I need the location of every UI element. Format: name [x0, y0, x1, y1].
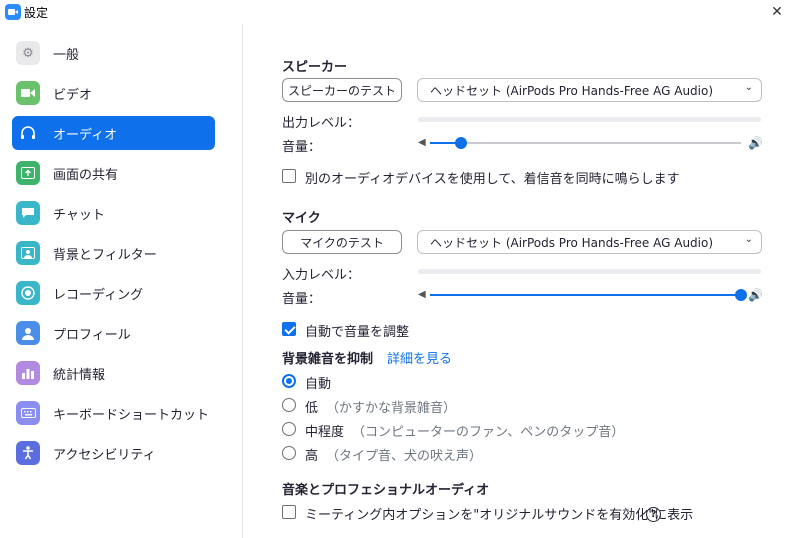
- keyboard-icon: [16, 401, 40, 425]
- noise-radio-auto[interactable]: [282, 374, 296, 388]
- profile-icon: [16, 321, 40, 345]
- noise-option-auto: 自動: [305, 373, 331, 392]
- speaker-device-value: ヘッドセット (AirPods Pro Hands-Free AG Audio): [430, 83, 714, 98]
- noise-option-description: （タイプ音、犬の吠え声）: [326, 449, 483, 464]
- sidebar-item-label: レコーディング: [53, 287, 144, 303]
- sidebar-item-label: プロフィール: [53, 327, 131, 343]
- sidebar-item-label: 背景とフィルター: [53, 247, 157, 263]
- sidebar: ⚙ 一般 ビデオ オーディオ 画面の共有 チャット 背景とフィルター レコーディ…: [0, 24, 243, 538]
- sidebar-item-recording[interactable]: レコーディング: [12, 276, 215, 310]
- sidebar-item-label: 統計情報: [53, 367, 106, 383]
- output-level-meter: [418, 117, 761, 122]
- noise-option-label: 高: [305, 449, 319, 464]
- noise-section-title: 背景雑音を抑制: [282, 352, 374, 367]
- sidebar-item-audio[interactable]: オーディオ: [12, 116, 215, 150]
- speaker-section-title: スピーカー: [282, 60, 348, 75]
- slider-track: [430, 289, 747, 301]
- noise-radio-low[interactable]: [282, 398, 296, 412]
- noise-option-low: 低 （かすかな背景雑音）: [305, 397, 456, 416]
- sidebar-item-share-screen[interactable]: 画面の共有: [12, 156, 215, 190]
- mic-device-select[interactable]: ヘッドセット (AirPods Pro Hands-Free AG Audio)…: [417, 230, 762, 254]
- noise-option-label: 低: [305, 401, 319, 416]
- chevron-down-icon: ⌄: [744, 234, 753, 245]
- music-section-title: 音楽とプロフェショナルオーディオ: [282, 483, 490, 498]
- sidebar-item-label: オーディオ: [53, 127, 118, 143]
- audio-settings-panel: スピーカー スピーカーのテスト ヘッドセット (AirPods Pro Hand…: [244, 24, 800, 538]
- record-icon: [16, 281, 40, 305]
- sidebar-item-label: アクセシビリティ: [53, 447, 156, 463]
- sidebar-item-statistics[interactable]: 統計情報: [12, 356, 215, 390]
- test-speaker-button[interactable]: スピーカーのテスト: [282, 78, 402, 102]
- statistics-icon: [16, 361, 40, 385]
- close-button[interactable]: ✕: [754, 0, 800, 24]
- window-title: 設定: [24, 6, 49, 20]
- slider-thumb[interactable]: [455, 137, 468, 149]
- auto-adjust-checkbox[interactable]: [282, 322, 296, 336]
- noise-option-label: 中程度: [305, 425, 345, 440]
- close-icon: ✕: [771, 4, 783, 20]
- test-mic-button[interactable]: マイクのテスト: [282, 230, 402, 254]
- sidebar-item-label: キーボードショートカット: [53, 407, 210, 423]
- help-icon[interactable]: ?: [646, 507, 661, 522]
- noise-option-description: （かすかな背景雑音）: [326, 401, 457, 416]
- slider-track: [430, 137, 741, 149]
- original-sound-checkbox[interactable]: [282, 505, 296, 519]
- volume-high-icon: 🔊: [748, 136, 763, 150]
- output-level-label: 出力レベル：: [282, 116, 361, 131]
- sidebar-item-general[interactable]: ⚙ 一般: [12, 36, 215, 70]
- gear-icon: ⚙: [16, 41, 40, 65]
- slider-thumb[interactable]: [735, 289, 747, 301]
- original-sound-label: ミーティング内オプションを"オリジナルサウンドを有効化"に表示: [305, 508, 694, 523]
- mic-section-title: マイク: [282, 211, 321, 226]
- noise-option-medium: 中程度 （コンピューターのファン、ペンのタップ音）: [305, 421, 624, 440]
- sidebar-item-keyboard-shortcuts[interactable]: キーボードショートカット: [12, 396, 215, 430]
- noise-option-high: 高 （タイプ音、犬の吠え声）: [305, 445, 482, 464]
- sidebar-item-background[interactable]: 背景とフィルター: [12, 236, 215, 270]
- sidebar-item-chat[interactable]: チャット: [12, 196, 215, 230]
- sidebar-item-profile[interactable]: プロフィール: [12, 316, 215, 350]
- headphones-icon: [16, 121, 40, 145]
- separate-device-checkbox[interactable]: [282, 169, 296, 183]
- background-icon: [16, 241, 40, 265]
- noise-option-description: （コンピューターのファン、ペンのタップ音）: [352, 425, 625, 440]
- speaker-volume-slider[interactable]: ◀ 🔊: [418, 136, 763, 150]
- sidebar-item-label: 画面の共有: [53, 167, 119, 183]
- input-level-meter: [418, 269, 761, 274]
- mic-volume-label: 音量：: [282, 292, 322, 307]
- speaker-device-select[interactable]: ヘッドセット (AirPods Pro Hands-Free AG Audio)…: [417, 78, 762, 102]
- volume-low-icon: ◀: [418, 137, 426, 148]
- auto-adjust-label: 自動で音量を調整: [305, 325, 410, 340]
- input-level-label: 入力レベル：: [282, 268, 361, 283]
- sidebar-item-accessibility[interactable]: アクセシビリティ: [12, 436, 215, 470]
- video-camera-icon: [16, 81, 40, 105]
- details-link[interactable]: 詳細を見る: [387, 348, 452, 367]
- chat-bubble-icon: [16, 201, 40, 225]
- accessibility-icon: [16, 441, 40, 465]
- noise-radio-high[interactable]: [282, 446, 296, 460]
- separate-device-label: 別のオーディオデバイスを使用して、着信音を同時に鳴らします: [305, 172, 680, 187]
- volume-high-icon: 🔊: [748, 288, 763, 302]
- sidebar-item-label: 一般: [53, 47, 80, 63]
- mic-volume-slider[interactable]: ◀ 🔊: [418, 288, 763, 302]
- volume-low-icon: ◀: [418, 289, 426, 300]
- sidebar-item-label: チャット: [53, 207, 105, 223]
- slider-fill: [430, 294, 741, 296]
- title-bar: 設定 ✕: [0, 0, 800, 24]
- chevron-down-icon: ⌄: [744, 82, 753, 93]
- sidebar-item-video[interactable]: ビデオ: [12, 76, 215, 110]
- noise-radio-medium[interactable]: [282, 422, 296, 436]
- noise-option-label: 自動: [305, 377, 332, 392]
- share-screen-icon: [16, 161, 40, 185]
- mic-device-value: ヘッドセット (AirPods Pro Hands-Free AG Audio): [430, 235, 714, 250]
- speaker-volume-label: 音量：: [282, 140, 322, 155]
- sidebar-item-label: ビデオ: [53, 87, 93, 103]
- zoom-app-icon: [5, 4, 21, 20]
